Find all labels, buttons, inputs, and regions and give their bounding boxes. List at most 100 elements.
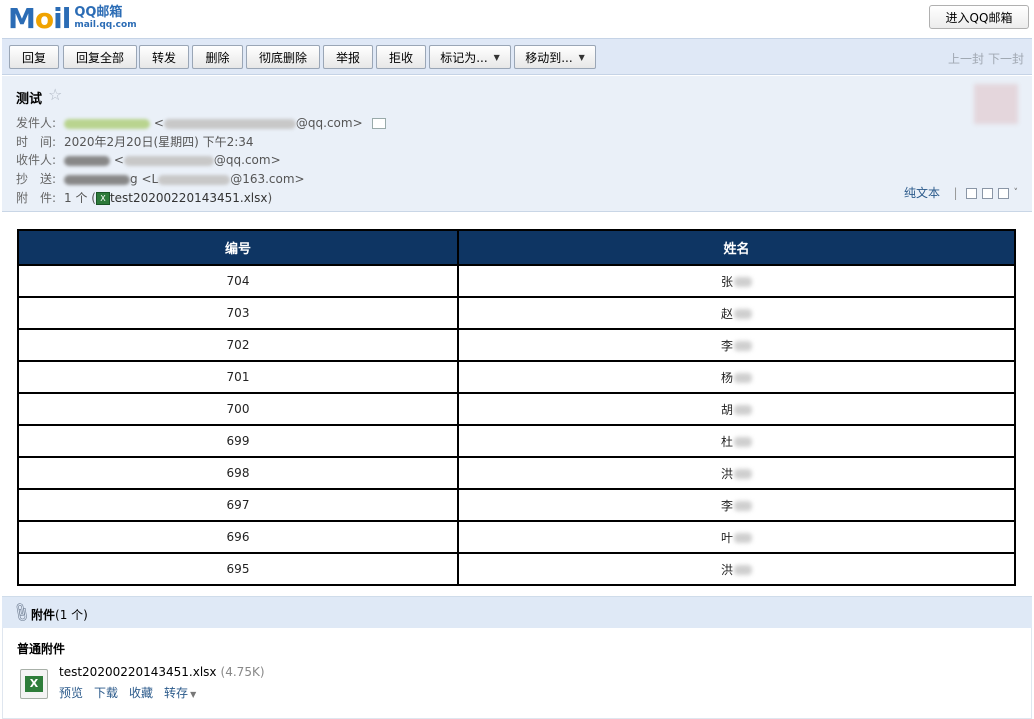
contact-card-icon[interactable] [372, 118, 387, 129]
attachment-file: test20200220143451.xlsx (4.75K) [59, 665, 265, 679]
attachments-count: (1 个) [55, 608, 88, 622]
cell-name: 杨 [457, 360, 1016, 394]
cell-name: 洪 [457, 456, 1016, 490]
mark-as-dropdown[interactable]: 标记为... ▼ [429, 45, 511, 69]
column-header-name: 姓名 [457, 229, 1016, 266]
reply-all-button[interactable]: 回复全部 [63, 45, 137, 69]
favorite-link[interactable]: 收藏 [129, 684, 153, 701]
table-row: 698 洪 [17, 456, 1016, 490]
cell-id: 695 [17, 552, 459, 586]
save-to-label: 转存 [164, 686, 189, 700]
table-row: 702 李 [17, 328, 1016, 362]
mail-toolbar: 回复 回复全部 转发 删除 彻底删除 举报 拒收 标记为... ▼ 移动到... ▼… [2, 38, 1032, 75]
delete-button[interactable]: 删除 [192, 45, 243, 69]
cc-name-redacted[interactable] [64, 174, 130, 185]
qq-mail-logo[interactable]: Moil QQ邮箱 mail.qq.com [8, 3, 137, 35]
name-redacted [734, 341, 752, 351]
chevron-down-icon: ▼ [578, 52, 585, 62]
table-body: 704 张 703 赵 702 李 701 杨 700 胡 699 杜 698 洪 697 李 696 叶 695 洪 [17, 264, 1016, 586]
cell-name: 李 [457, 488, 1016, 522]
cell-name: 洪 [457, 552, 1016, 586]
cc-name-suffix: g [130, 172, 138, 186]
attachments-body: 普通附件 X test20200220143451.xlsx (4.75K) 预览… [2, 628, 1032, 719]
save-to-dropdown[interactable]: 转存 ▼ [164, 684, 196, 701]
attach-file-link[interactable]: test20200220143451.xlsx [110, 191, 268, 205]
reply-button[interactable]: 回复 [9, 45, 59, 69]
next-mail-link[interactable]: 下一封 [988, 52, 1024, 66]
name-redacted [734, 373, 752, 383]
normal-attachments-label: 普通附件 [17, 642, 66, 656]
name-redacted [734, 501, 752, 511]
cc-email-suffix: @163.com> [230, 172, 305, 186]
sender-email-suffix: @qq.com> [295, 116, 363, 130]
from-label: 发件人: [16, 116, 57, 130]
report-button[interactable]: 举报 [323, 45, 373, 69]
download-link[interactable]: 下载 [94, 684, 118, 701]
attach-close: ) [267, 191, 273, 205]
sender-name-redacted[interactable] [64, 118, 150, 129]
mark-as-label: 标记为... [440, 50, 488, 65]
forward-button[interactable]: 转发 [139, 45, 189, 69]
name-redacted [734, 533, 752, 543]
new-window-icon[interactable] [981, 187, 993, 199]
logo-brand: QQ邮箱 [74, 5, 123, 20]
paperclip-icon: 📎︎ [9, 601, 33, 625]
logo-mail-text: Moil [8, 2, 71, 35]
window-icon[interactable] [965, 187, 977, 199]
preview-link[interactable]: 预览 [59, 684, 83, 701]
plain-text-link[interactable]: 纯文本 [904, 184, 940, 201]
table-row: 701 杨 [17, 360, 1016, 394]
to-label: 收件人: [16, 153, 57, 167]
prev-mail-link[interactable]: 上一封 [948, 52, 984, 66]
name-redacted [734, 469, 752, 479]
recipient-email-redacted [123, 155, 214, 166]
reject-button[interactable]: 拒收 [376, 45, 426, 69]
table-row: 697 李 [17, 488, 1016, 522]
enter-qq-mail-button[interactable]: 进入QQ邮箱 [929, 5, 1029, 29]
attachment-file-name[interactable]: test20200220143451.xlsx [59, 665, 217, 679]
cc-label: 抄 送: [16, 172, 57, 186]
cell-name: 叶 [457, 520, 1016, 554]
move-to-dropdown[interactable]: 移动到... ▼ [514, 45, 596, 69]
cell-id: 700 [17, 392, 459, 426]
mail-header: 测试 ☆ 发件人: < @qq.com> 时 间: 2020年2月20日(星期四) … [2, 76, 1032, 212]
attachment-row: 附 件: 1 个 (Xtest20200220143451.xlsx) [16, 189, 272, 206]
prev-next-nav: 上一封 下一封 [944, 50, 1024, 67]
lt-symbol: < [113, 153, 124, 167]
chevron-down-icon: ▼ [190, 690, 197, 699]
cell-name: 杜 [457, 424, 1016, 458]
cell-name-text: 洪 [720, 562, 733, 577]
sender-avatar [974, 84, 1018, 124]
cell-id: 698 [17, 456, 459, 490]
cell-name-text: 叶 [720, 530, 733, 545]
cell-id: 696 [17, 520, 459, 554]
cell-name-text: 李 [720, 498, 733, 513]
print-icon[interactable] [997, 187, 1009, 199]
attach-count: 1 个 ( [64, 191, 96, 205]
from-row: 发件人: < @qq.com> [16, 114, 387, 131]
cc-email-prefix: <L [141, 172, 159, 186]
mail-subject: 测试 [16, 92, 43, 107]
cell-id: 699 [17, 424, 459, 458]
star-icon[interactable]: ☆ [48, 85, 62, 104]
recipient-name-redacted[interactable] [64, 155, 110, 166]
chevron-down-icon[interactable]: ˅ [1014, 188, 1019, 198]
table-row: 695 洪 [17, 552, 1016, 586]
name-redacted [734, 565, 752, 575]
cell-id: 697 [17, 488, 459, 522]
delete-permanently-button[interactable]: 彻底删除 [246, 45, 320, 69]
recipient-email-suffix: @qq.com> [213, 153, 281, 167]
cc-email-redacted [158, 174, 231, 185]
excel-file-icon: X [95, 192, 110, 205]
top-bar: Moil QQ邮箱 mail.qq.com 进入QQ邮箱 [0, 0, 1034, 38]
cell-name-text: 胡 [720, 402, 733, 417]
logo-url: mail.qq.com [74, 20, 137, 30]
column-header-id: 编号 [17, 229, 459, 266]
time-label: 时 间: [16, 135, 57, 149]
excel-file-icon[interactable]: X [20, 669, 48, 699]
cell-id: 703 [17, 296, 459, 330]
cell-name: 张 [457, 264, 1016, 298]
data-table: 编号 姓名 704 张 703 赵 702 李 701 杨 700 胡 699 杜 698 洪 697 李 69… [17, 229, 1016, 586]
header-actions: | ˅ [953, 186, 1019, 200]
table-row: 700 胡 [17, 392, 1016, 426]
